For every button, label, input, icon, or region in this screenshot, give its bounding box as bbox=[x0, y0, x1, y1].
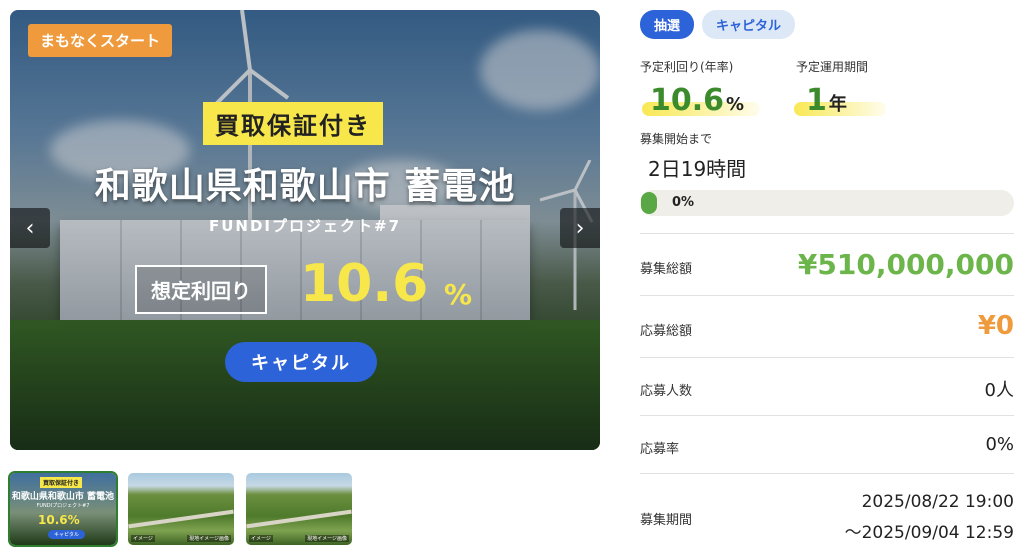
thumbnail-yield: 10.6% bbox=[38, 513, 80, 527]
period-end: ～2025/09/04 12:59 bbox=[844, 523, 1014, 543]
detail-row-period: 募集期間 2025/08/22 19:00 ～2025/09/04 12:59 bbox=[640, 473, 1014, 560]
coming-soon-badge: まもなくスタート bbox=[28, 24, 173, 57]
tag-list: 抽選 キャピタル bbox=[640, 10, 796, 39]
thumbnail-3[interactable]: イメージ 現地イメージ画像 bbox=[246, 473, 352, 545]
thumbnail-caption: 現地イメージ画像 bbox=[187, 535, 231, 542]
buyback-guarantee-label: 買取保証付き bbox=[203, 102, 383, 145]
detail-label: 応募人数 bbox=[640, 384, 693, 399]
project-title: 和歌山県和歌山市 蓄電池 bbox=[94, 166, 516, 207]
thumbnail-caption: 現地イメージ画像 bbox=[305, 535, 349, 542]
tag-lottery: 抽選 bbox=[640, 10, 695, 39]
period-start: 2025/08/22 19:00 bbox=[861, 492, 1014, 512]
expected-yield-unit: % bbox=[444, 278, 473, 311]
countdown-value: 2日19時間 bbox=[648, 157, 747, 181]
planned-yield-label: 予定利回り(年率) bbox=[640, 60, 734, 74]
planned-term-number: 1 bbox=[806, 83, 827, 118]
thumbnail-caption: イメージ bbox=[131, 535, 155, 542]
chevron-left-icon: ‹ bbox=[25, 215, 35, 241]
thumbnail-caption: イメージ bbox=[249, 535, 273, 542]
progress-text: 0% bbox=[672, 195, 695, 210]
project-subtitle: FUNDIプロジェクト#7 bbox=[208, 217, 402, 235]
detail-value: ¥0 bbox=[977, 311, 1014, 341]
thumbnail-2[interactable]: イメージ 現地イメージ画像 bbox=[128, 473, 234, 545]
countdown-label: 募集開始まで bbox=[640, 132, 713, 146]
road bbox=[246, 509, 352, 529]
hero-image: まもなくスタート 買取保証付き 和歌山県和歌山市 蓄電池 FUNDIプロジェクト… bbox=[10, 10, 600, 450]
expected-yield-label: 想定利回り bbox=[135, 265, 267, 314]
thumbnail-title: 和歌山県和歌山市 蓄電池 bbox=[11, 492, 115, 502]
planned-yield-number: 10.6 bbox=[650, 83, 725, 118]
planned-yield-value: 10.6% bbox=[650, 86, 744, 116]
chevron-right-icon: › bbox=[575, 215, 585, 241]
thumbnail-1[interactable]: 買取保証付き 和歌山県和歌山市 蓄電池 FUNDIプロジェクト#7 10.6% … bbox=[8, 471, 118, 547]
detail-label: 応募総額 bbox=[640, 324, 693, 339]
thumbnail-pill: キャピタル bbox=[48, 530, 86, 539]
tag-capital: キャピタル bbox=[702, 10, 796, 39]
funding-progress-bar: 0% bbox=[640, 190, 1014, 216]
road bbox=[128, 509, 234, 529]
detail-value: 0人 bbox=[984, 380, 1014, 401]
detail-row-total-amount: 募集総額 ¥510,000,000 bbox=[640, 233, 1014, 296]
detail-row-applied-amount: 応募総額 ¥0 bbox=[640, 295, 1014, 358]
detail-value: ¥510,000,000 bbox=[797, 248, 1014, 281]
planned-term-value: 1年 bbox=[806, 86, 847, 116]
planned-term-label: 予定運用期間 bbox=[796, 60, 869, 74]
detail-row-application-rate: 応募率 0% bbox=[640, 415, 1014, 474]
detail-label: 応募率 bbox=[640, 442, 680, 457]
planned-yield-unit: % bbox=[726, 94, 745, 115]
thumbnail-strip: 買取保証付き 和歌山県和歌山市 蓄電池 FUNDIプロジェクト#7 10.6% … bbox=[8, 471, 352, 547]
thumbnail-guarantee: 買取保証付き bbox=[40, 477, 83, 488]
prev-slide-button[interactable]: ‹ bbox=[10, 208, 50, 248]
thumbnail-subtitle: FUNDIプロジェクト#7 bbox=[36, 503, 90, 509]
detail-value: 0% bbox=[985, 434, 1014, 455]
detail-row-applicants: 応募人数 0人 bbox=[640, 357, 1014, 416]
progress-fill bbox=[641, 192, 657, 214]
category-pill: キャピタル bbox=[225, 342, 377, 382]
expected-yield-value: 10.6 bbox=[300, 254, 429, 314]
detail-label: 募集期間 bbox=[640, 513, 693, 528]
detail-label: 募集総額 bbox=[640, 262, 693, 277]
planned-term-unit: 年 bbox=[828, 94, 847, 115]
next-slide-button[interactable]: › bbox=[560, 208, 600, 248]
